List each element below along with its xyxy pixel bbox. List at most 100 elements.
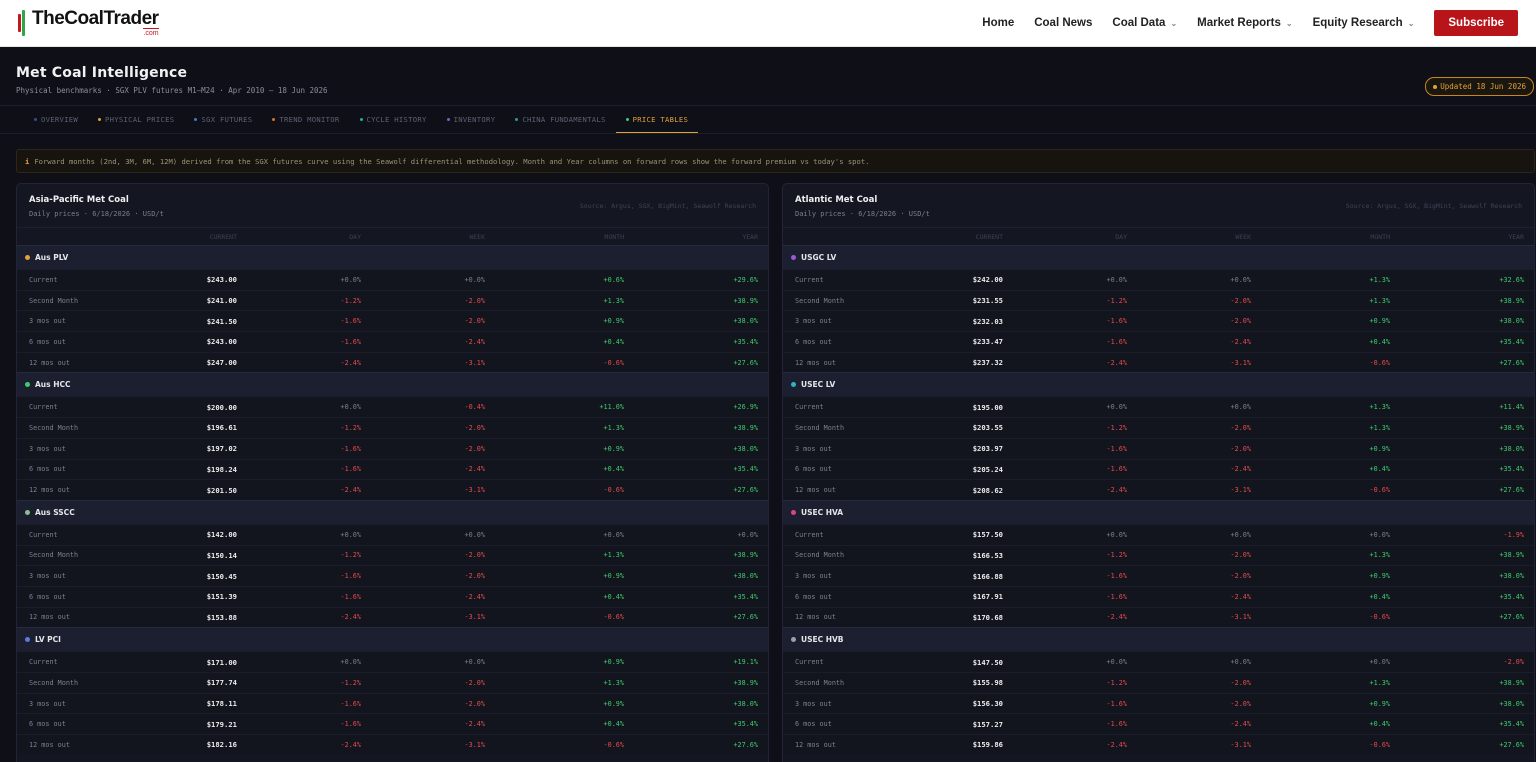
tab-label: SGX FUTURES xyxy=(201,115,253,124)
nav-link-label: Coal News xyxy=(1034,17,1093,29)
row-label: Second Month xyxy=(795,678,845,687)
info-banner-text: Forward months (2nd, 3M, 6M, 12M) derive… xyxy=(34,156,870,166)
group-header-lv-pci: LV PCI xyxy=(17,627,768,652)
row-label: Current xyxy=(29,403,58,412)
column-header-year[interactable]: YEAR xyxy=(624,233,764,241)
cell-year: +27.6% xyxy=(1499,613,1524,622)
tab-price-tables[interactable]: PRICE TABLES xyxy=(615,106,699,133)
column-header-day[interactable]: DAY xyxy=(1003,233,1127,241)
cell-week: -3.1% xyxy=(1230,740,1251,749)
cell-current: $170.68 xyxy=(972,612,1003,622)
nav-link-coal-news[interactable]: Coal News xyxy=(1034,17,1092,29)
cell-year: +38.0% xyxy=(733,572,758,581)
cell-year: +38.9% xyxy=(1499,551,1524,560)
cell-day: -1.2% xyxy=(1106,423,1127,432)
nav-link-home[interactable]: Home xyxy=(982,17,1014,29)
cell-month: +0.9% xyxy=(1369,444,1390,453)
cell-year: +27.6% xyxy=(1499,486,1524,495)
cell-current: $166.53 xyxy=(972,550,1003,560)
cell-day: -1.2% xyxy=(340,423,361,432)
nav-link-label: Coal Data xyxy=(1112,17,1166,29)
table-row: 6 mos out $205.24 -1.6% -2.4% +0.4% +35.4% xyxy=(783,458,1534,480)
row-label: 3 mos out xyxy=(29,444,66,453)
status-dot-icon xyxy=(1433,85,1438,89)
chevron-down-icon: ⌄ xyxy=(1407,18,1415,28)
row-label: 3 mos out xyxy=(795,444,832,453)
cell-current: $233.47 xyxy=(972,337,1003,347)
row-label: 6 mos out xyxy=(795,720,832,729)
group-dot-icon xyxy=(25,255,30,260)
cell-year: +38.0% xyxy=(733,699,758,708)
column-header-week[interactable]: WEEK xyxy=(361,233,485,241)
nav-link-market-reports[interactable]: Market Reports ⌄ xyxy=(1197,17,1292,29)
cell-day: -1.2% xyxy=(1106,551,1127,560)
group-header-usec-hva: USEC HVA xyxy=(783,499,1534,524)
cell-week: +0.0% xyxy=(464,275,485,284)
cell-year: +27.6% xyxy=(733,613,758,622)
cell-week: -3.1% xyxy=(464,740,485,749)
tab-cycle-history[interactable]: CYCLE HISTORY xyxy=(350,106,437,133)
cell-month: +0.4% xyxy=(1369,720,1390,729)
nav-link-coal-data[interactable]: Coal Data ⌄ xyxy=(1112,17,1177,29)
tab-dot-icon xyxy=(625,117,629,121)
site-logo[interactable]: TheCoalTrader .com xyxy=(18,8,159,38)
group-name: Aus HCC xyxy=(35,380,71,390)
cell-day: -1.6% xyxy=(340,444,361,453)
cell-week: -2.0% xyxy=(464,551,485,560)
cell-month: +1.3% xyxy=(603,678,624,687)
table-row: Second Month $177.74 -1.2% -2.0% +1.3% +38.9% xyxy=(17,672,768,693)
price-panel-asia-pacific-met-coal: Asia-Pacific Met Coal Daily prices · 6/18… xyxy=(16,183,769,762)
cell-week: -2.4% xyxy=(464,465,485,474)
cell-year: +38.0% xyxy=(733,317,758,326)
column-header-current[interactable]: CURRENT xyxy=(903,233,1003,241)
column-header-day[interactable]: DAY xyxy=(237,233,361,241)
tab-china-fundamentals[interactable]: CHINA FUNDAMENTALS xyxy=(505,106,615,133)
cell-month: +0.4% xyxy=(603,720,624,729)
tab-sgx-futures[interactable]: SGX FUTURES xyxy=(184,106,262,133)
cell-month: +0.9% xyxy=(1369,572,1390,581)
row-label: Current xyxy=(795,658,824,667)
row-label: Second Month xyxy=(795,296,845,305)
cell-current: $198.24 xyxy=(206,464,237,474)
group-dot-icon xyxy=(791,382,796,388)
row-label: Second Month xyxy=(29,423,79,432)
cell-week: -3.1% xyxy=(1230,486,1251,495)
column-header-week[interactable]: WEEK xyxy=(1127,233,1251,241)
column-header-month[interactable]: MONTH xyxy=(485,233,624,241)
row-label: Second Month xyxy=(29,551,79,560)
cell-week: -3.1% xyxy=(464,613,485,622)
cell-month: -0.6% xyxy=(603,358,624,367)
cell-week: -2.0% xyxy=(464,296,485,305)
cell-month: +11.0% xyxy=(599,403,624,412)
cell-month: +0.9% xyxy=(603,699,624,708)
info-icon: i xyxy=(25,156,30,166)
column-header-year[interactable]: YEAR xyxy=(1390,233,1530,241)
column-header-month[interactable]: MONTH xyxy=(1251,233,1390,241)
column-header-current[interactable]: CURRENT xyxy=(137,233,237,241)
cell-current: $150.45 xyxy=(206,571,237,581)
cell-year: +38.9% xyxy=(733,678,758,687)
cell-day: +0.0% xyxy=(1106,275,1127,284)
cell-current: $196.61 xyxy=(206,423,237,433)
page-title: Met Coal Intelligence xyxy=(16,65,188,81)
tab-inventory[interactable]: INVENTORY xyxy=(437,106,506,133)
tab-physical-prices[interactable]: PHYSICAL PRICES xyxy=(88,106,184,133)
cell-month: +0.0% xyxy=(1369,530,1390,539)
nav-link-label: Equity Research xyxy=(1312,17,1403,29)
tab-trend-monitor[interactable]: TREND MONITOR xyxy=(262,106,349,133)
cell-year: +38.9% xyxy=(1499,296,1524,305)
cell-year: +38.9% xyxy=(1499,678,1524,687)
cell-year: +27.6% xyxy=(1499,358,1524,367)
tab-overview[interactable]: OVERVIEW xyxy=(24,106,88,133)
panel-header: Asia-Pacific Met Coal Daily prices · 6/18… xyxy=(17,184,768,227)
cell-month: -0.6% xyxy=(1369,740,1390,749)
cell-year: +35.4% xyxy=(733,592,758,601)
nav-link-equity-research[interactable]: Equity Research ⌄ xyxy=(1313,17,1415,29)
table-row: 12 mos out $159.86 -2.4% -3.1% -0.6% +27.6% xyxy=(783,734,1534,755)
cell-month: +1.3% xyxy=(1369,678,1390,687)
price-panel-atlantic-met-coal: Atlantic Met Coal Daily prices · 6/18/202… xyxy=(782,183,1535,762)
cell-month: +0.4% xyxy=(603,337,624,346)
subscribe-button[interactable]: Subscribe xyxy=(1434,10,1518,36)
row-label: 12 mos out xyxy=(29,486,70,495)
cell-month: +0.9% xyxy=(603,572,624,581)
